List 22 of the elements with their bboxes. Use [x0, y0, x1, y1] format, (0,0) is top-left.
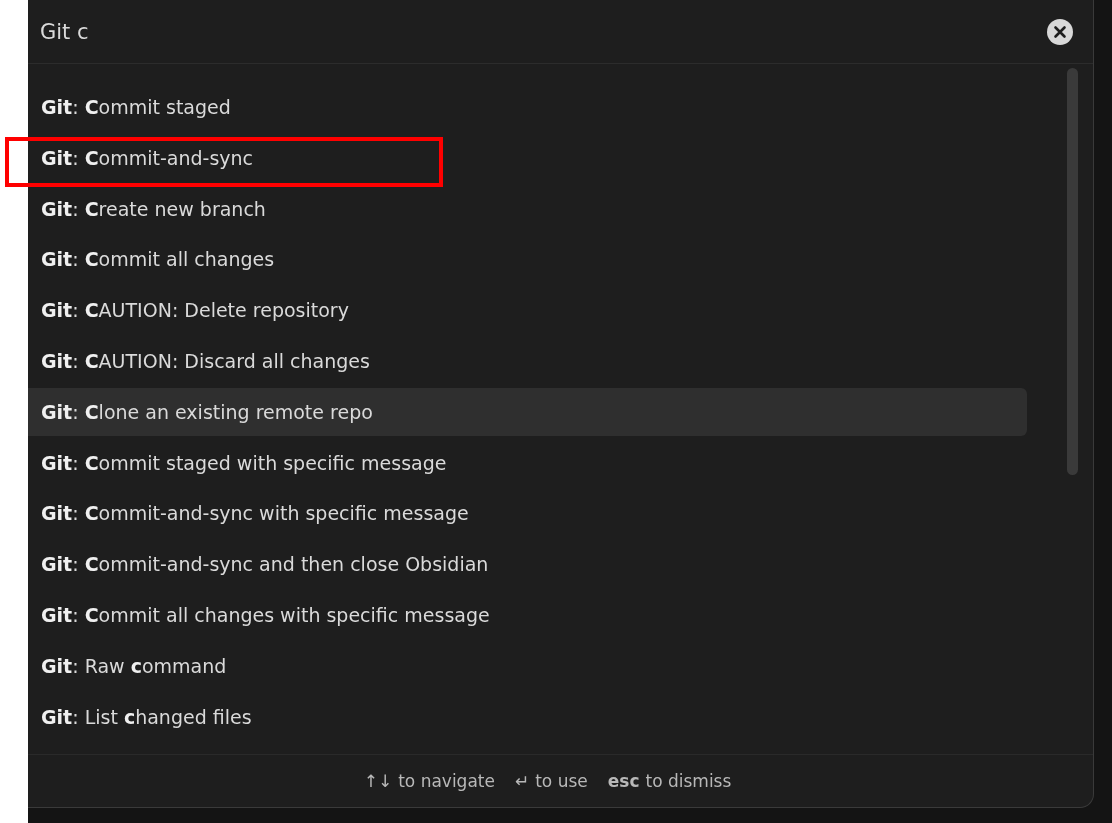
command-item[interactable]: Git: Commit-and-sync with specific message: [28, 489, 1027, 538]
hint-text: to use: [535, 771, 588, 791]
command-item[interactable]: Git: CAUTION: Delete repository: [28, 286, 1027, 335]
command-item[interactable]: Git: CAUTION: Discard all changes: [28, 337, 1027, 385]
command-item[interactable]: Git: Commit-and-sync: [28, 133, 1027, 182]
command-item[interactable]: Git: Commit all changes with specific message: [28, 590, 1027, 639]
command-item[interactable]: Git: Commit staged: [28, 83, 1027, 131]
command-item[interactable]: Git: List changed files: [28, 692, 1027, 741]
command-item[interactable]: Git: Commit all changes: [28, 235, 1027, 284]
scrollbar-thumb[interactable]: [1067, 68, 1078, 475]
command-item[interactable]: Git: Raw command: [28, 641, 1027, 690]
key-hint: ↑↓: [363, 771, 393, 791]
command-item[interactable]: Git: Clone an existing remote repo: [28, 387, 1027, 436]
key-hint: ↵: [514, 771, 530, 791]
command-item[interactable]: Git: Create new branch: [28, 184, 1027, 233]
search-field[interactable]: Git c: [40, 19, 1047, 44]
command-item[interactable]: Git: Commit-and-sync and then close Obsidian: [28, 540, 1027, 589]
command-item[interactable]: Git: Commit staged with specific message: [28, 438, 1027, 487]
clear-icon[interactable]: [1047, 18, 1073, 45]
hint-text: to navigate: [398, 771, 495, 791]
hint-text: to dismiss: [645, 771, 732, 791]
key-hint: esc: [607, 771, 640, 791]
